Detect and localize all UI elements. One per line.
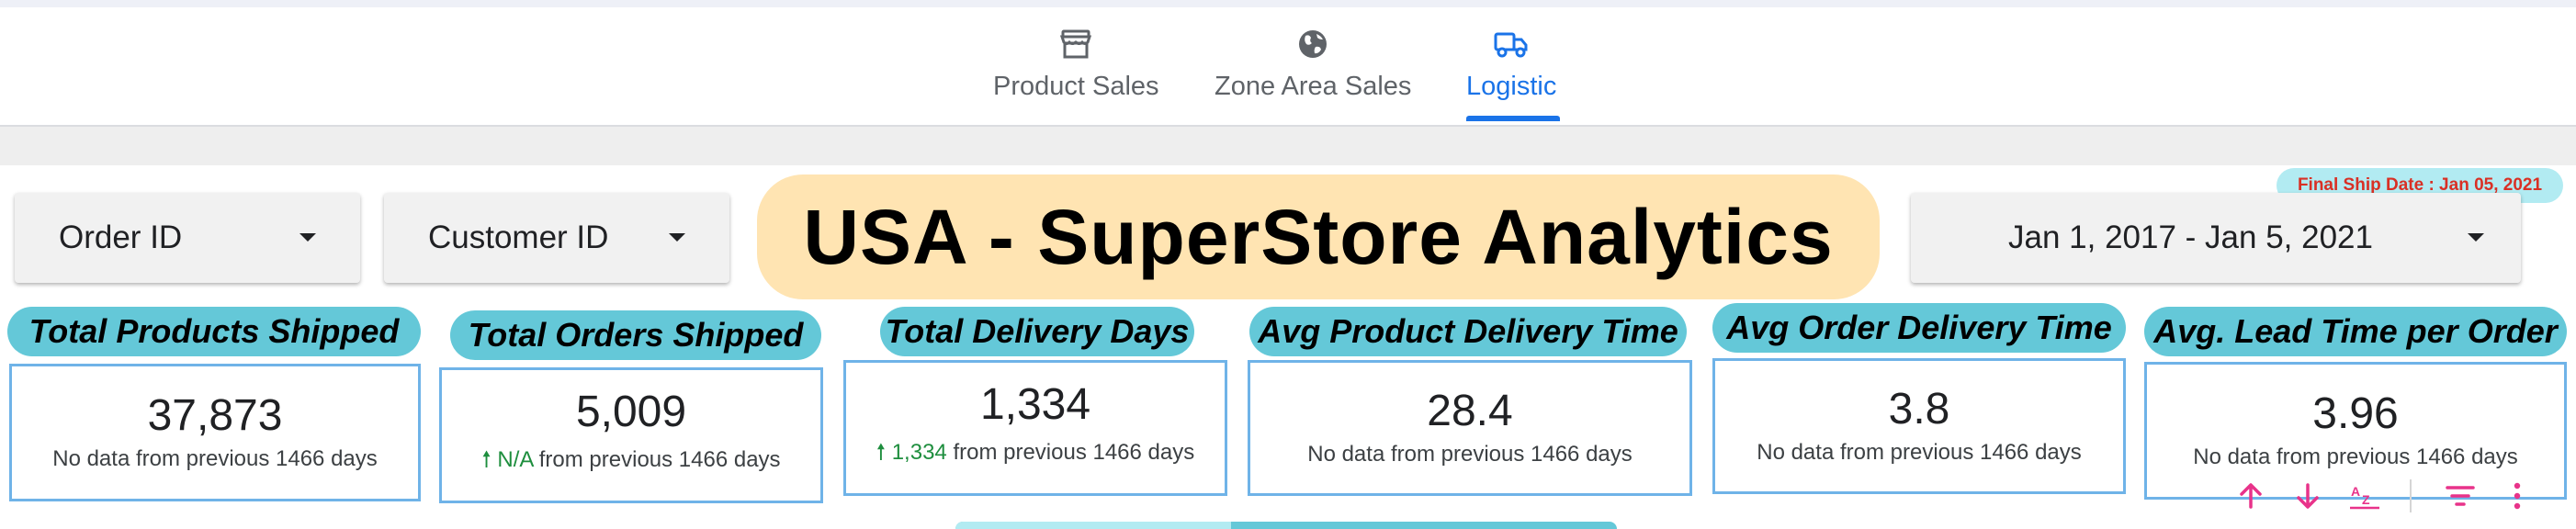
kpi-comparison: 🠕 N/A from previous 1466 days xyxy=(481,444,780,481)
kpi-card-total-products-shipped: 37,873 No data from previous 1466 days xyxy=(9,364,421,501)
kpi-title-avg-order-delivery-time: Avg Order Delivery Time xyxy=(1712,303,2126,353)
kpi-comparison: 🠕 1,334 from previous 1466 days xyxy=(876,436,1195,474)
chevron-down-icon xyxy=(2468,233,2484,242)
tab-label: Zone Area Sales xyxy=(1215,72,1412,101)
truck-icon xyxy=(1493,26,1530,62)
kpi-comparison: No data from previous 1466 days xyxy=(52,446,378,472)
order-id-label: Order ID xyxy=(59,219,183,255)
tab-label: Product Sales xyxy=(993,72,1159,101)
kpi-comparison: No data from previous 1466 days xyxy=(1757,440,2082,466)
header-band xyxy=(0,127,2576,165)
svg-text:Z: Z xyxy=(2362,492,2370,507)
kpi-title: Avg Order Delivery Time xyxy=(1726,309,2112,346)
kpi-title-total-products-shipped: Total Products Shipped xyxy=(7,307,421,356)
tab-product-sales[interactable]: Product Sales xyxy=(993,26,1159,102)
kpi-title-avg-product-delivery-time: Avg Product Delivery Time xyxy=(1249,307,1687,356)
kpi-title-total-orders-shipped: Total Orders Shipped xyxy=(450,310,821,360)
customer-id-filter[interactable]: Customer ID xyxy=(384,193,729,283)
kpi-title: Total Products Shipped xyxy=(28,312,400,350)
customer-id-label: Customer ID xyxy=(428,219,609,255)
kpi-card-avg-order-delivery-time: 3.8 No data from previous 1466 days xyxy=(1712,358,2126,494)
page-tab-bar: Product Sales Zone Area Sales Logistic xyxy=(0,7,2576,125)
chevron-down-icon xyxy=(669,233,685,242)
filter-icon[interactable] xyxy=(2444,479,2477,512)
toolbar-divider xyxy=(2410,479,2412,512)
kpi-trend: 1,334 xyxy=(891,439,947,465)
sort-descending-icon[interactable] xyxy=(2291,479,2324,512)
kpi-title-total-delivery-days: Total Delivery Days xyxy=(880,307,1194,356)
kpi-card-avg-product-delivery-time: 28.4 No data from previous 1466 days xyxy=(1248,360,1692,496)
page-title: USA - SuperStore Analytics xyxy=(803,193,1834,280)
sort-az-icon[interactable]: A Z xyxy=(2348,479,2381,512)
kpi-card-total-delivery-days: 1,334 🠕 1,334 from previous 1466 days xyxy=(843,360,1227,496)
storefront-icon xyxy=(1057,26,1094,62)
kpi-card-total-orders-shipped: 5,009 🠕 N/A from previous 1466 days xyxy=(439,367,823,503)
kpi-value: 28.4 xyxy=(1427,386,1513,435)
kpi-value: 3.8 xyxy=(1888,384,1950,433)
kpi-value: 37,873 xyxy=(147,390,283,440)
tab-logistic[interactable]: Logistic xyxy=(1466,26,1556,102)
sort-ascending-icon[interactable] xyxy=(2234,479,2267,512)
more-vert-icon[interactable] xyxy=(2501,479,2534,512)
top-edge xyxy=(0,0,2576,7)
kpi-title: Avg Product Delivery Time xyxy=(1258,312,1678,350)
kpi-value: 1,334 xyxy=(979,380,1091,430)
date-range-label: Jan 1, 2017 - Jan 5, 2021 xyxy=(2008,219,2373,255)
kpi-comparison: No data from previous 1466 days xyxy=(2193,445,2518,470)
active-tab-indicator xyxy=(1466,116,1560,121)
date-range-picker[interactable]: Jan 1, 2017 - Jan 5, 2021 xyxy=(1911,193,2521,283)
kpi-comparison-text: from previous 1466 days xyxy=(538,446,781,472)
kpi-title-avg-lead-time-per-order: Avg. Lead Time per Order xyxy=(2144,307,2567,356)
kpi-value: 3.96 xyxy=(2312,388,2399,438)
kpi-title: Total Orders Shipped xyxy=(468,316,804,354)
next-section-header-tab xyxy=(955,522,1231,529)
kpi-title: Avg. Lead Time per Order xyxy=(2153,312,2558,350)
arrow-up-icon: 🠕 xyxy=(876,439,892,465)
kpi-comparison: No data from previous 1466 days xyxy=(1307,442,1633,467)
dashboard-title: USA - SuperStore Analytics xyxy=(757,174,1880,299)
kpi-title: Total Delivery Days xyxy=(885,312,1190,350)
kpi-comparison-text: from previous 1466 days xyxy=(953,439,1195,465)
order-id-filter[interactable]: Order ID xyxy=(15,193,360,283)
kpi-trend: N/A xyxy=(497,446,534,472)
arrow-up-icon: 🠕 xyxy=(481,446,498,472)
tab-zone-area-sales[interactable]: Zone Area Sales xyxy=(1215,26,1411,102)
tab-label: Logistic xyxy=(1466,72,1557,101)
globe-icon xyxy=(1294,26,1331,62)
chevron-down-icon xyxy=(299,233,316,242)
svg-text:A: A xyxy=(2351,484,2360,499)
kpi-value: 5,009 xyxy=(575,388,687,437)
